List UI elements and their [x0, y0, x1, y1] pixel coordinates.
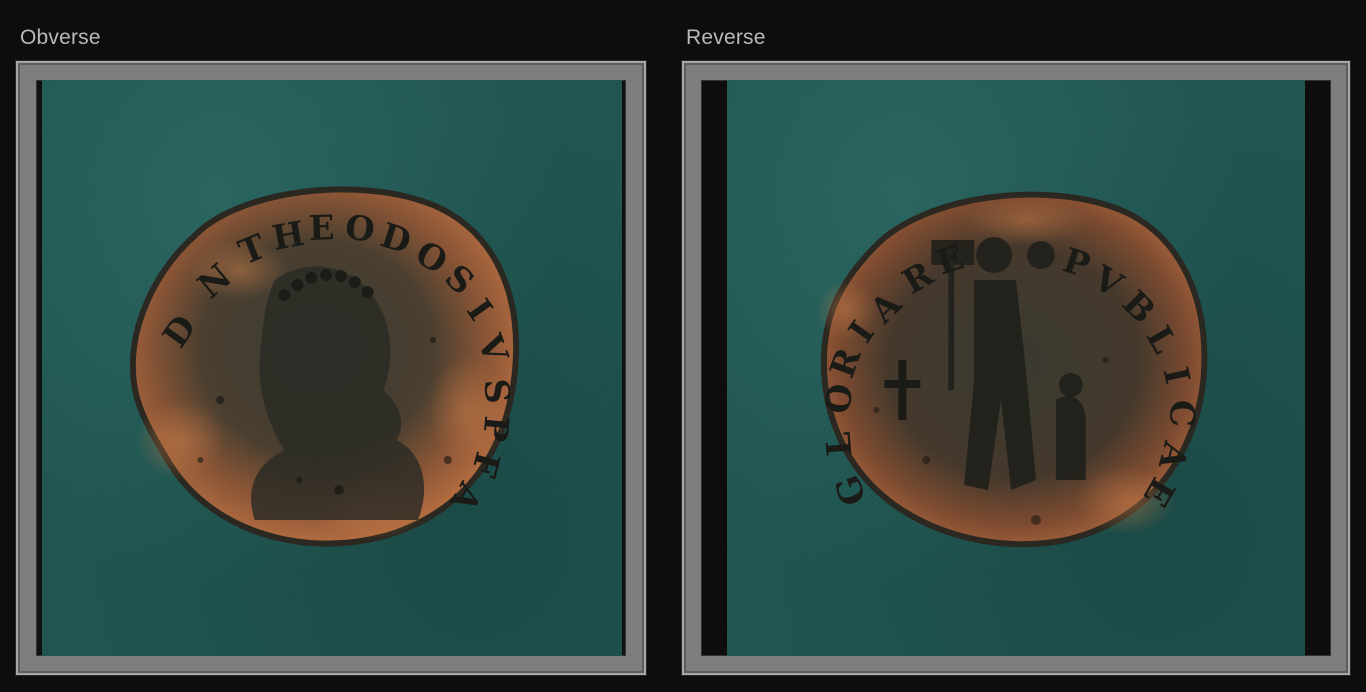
reverse-coin-image: G L O R I A R E P V B L I C A E — [816, 191, 1208, 548]
obverse-panel: Obverse D N T H E O D O S I V S P F A — [0, 0, 646, 692]
obverse-caption: Obverse — [20, 26, 101, 49]
svg-text:C: C — [1161, 400, 1201, 427]
obverse-photo[interactable]: D N T H E O D O S I V S P F A — [36, 80, 626, 656]
svg-text:E: E — [308, 207, 335, 248]
svg-text:O: O — [343, 206, 378, 250]
svg-text:L: L — [819, 430, 861, 457]
svg-text:O: O — [818, 381, 862, 416]
svg-text:H: H — [269, 213, 307, 258]
svg-text:P: P — [475, 414, 517, 443]
svg-text:S: S — [476, 377, 518, 405]
reverse-photo[interactable]: G L O R I A R E P V B L I C A E — [701, 80, 1331, 656]
obverse-frame: D N T H E O D O S I V S P F A — [16, 61, 646, 675]
reverse-felt-background: G L O R I A R E P V B L I C A E — [727, 80, 1305, 656]
reverse-frame: G L O R I A R E P V B L I C A E — [682, 61, 1350, 675]
obverse-felt-background: D N T H E O D O S I V S P F A — [42, 80, 622, 656]
obverse-coin-image: D N T H E O D O S I V S P F A — [130, 186, 519, 547]
reverse-panel: Reverse G L O R I A R E P V B L I C A E — [666, 0, 1366, 692]
reverse-caption: Reverse — [686, 26, 766, 49]
